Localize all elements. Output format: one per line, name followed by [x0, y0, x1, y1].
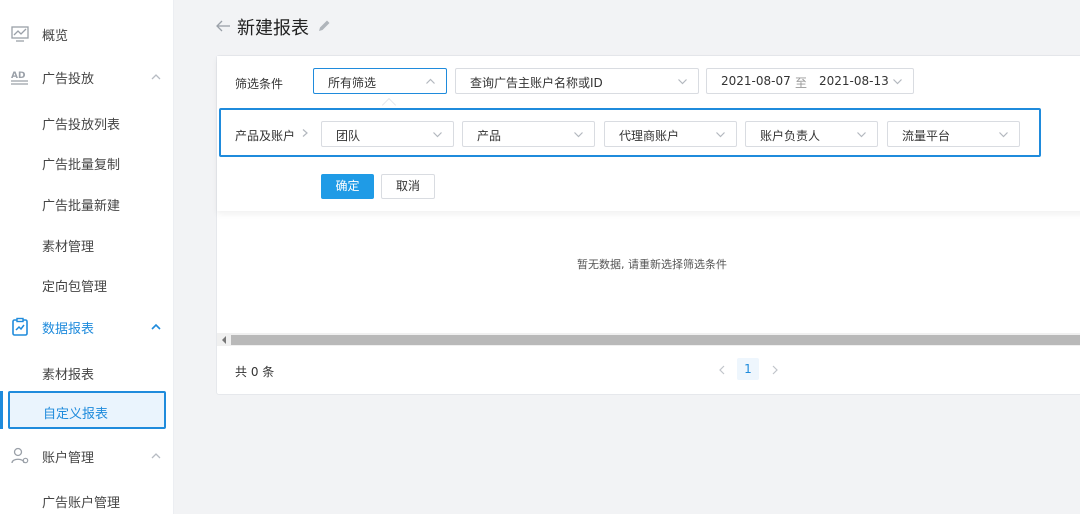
sidebar-group-data-reports-label: 数据报表: [42, 321, 95, 337]
chevron-right-icon[interactable]: [770, 364, 780, 376]
confirm-button[interactable]: 确定: [321, 174, 374, 199]
chevron-left-icon[interactable]: [717, 364, 727, 376]
date-start: 2021-08-07: [721, 74, 791, 88]
date-separator: 至: [795, 76, 808, 90]
sidebar-item-overview[interactable]: 概览: [0, 16, 174, 52]
product-select[interactable]: 产品: [462, 121, 595, 147]
chevron-down-icon: [574, 132, 583, 138]
sidebar-active-indicator: [0, 391, 3, 429]
sidebar-group-data-reports[interactable]: 数据报表: [0, 309, 174, 345]
sidebar-item-overview-label: 概览: [42, 28, 69, 44]
team-select-value: 团队: [336, 129, 361, 143]
total-count: 共 0 条: [235, 365, 275, 379]
sidebar-group-ad-delivery-label: 广告投放: [42, 71, 95, 87]
sidebar-item-material-report[interactable]: 素材报表: [42, 364, 94, 383]
sidebar-item-custom-report[interactable]: 自定义报表: [8, 391, 166, 429]
svg-text:AD: AD: [11, 71, 25, 81]
arrow-left-icon[interactable]: [214, 17, 232, 35]
account-search-select[interactable]: 查询广告主账户名称或ID: [455, 68, 699, 94]
chevron-down-icon: [857, 132, 866, 138]
filter-label: 筛选条件: [235, 77, 284, 91]
sidebar-item-ad-batch-copy[interactable]: 广告批量复制: [42, 154, 120, 173]
date-end: 2021-08-13: [819, 74, 889, 88]
agency-account-select[interactable]: 代理商账户: [604, 121, 737, 147]
filter-scope-value: 所有筛选: [328, 76, 377, 90]
chevron-up-icon: [151, 323, 161, 330]
sidebar: 概览 AD 广告投放 广告投放列表 广告批量复制 广告批量新建 素材管理 定向包…: [0, 0, 174, 514]
traffic-platform-select-value: 流量平台: [902, 129, 951, 143]
sidebar-item-targeting-pkg[interactable]: 定向包管理: [42, 276, 107, 295]
date-range-picker[interactable]: 2021-08-07 至 2021-08-13: [706, 68, 914, 94]
sidebar-item-ad-batch-create[interactable]: 广告批量新建: [42, 195, 120, 214]
chevron-down-icon: [999, 132, 1008, 138]
pagination-page-1[interactable]: 1: [737, 358, 759, 380]
chevron-up-icon: [426, 78, 435, 84]
sidebar-item-custom-report-label: 自定义报表: [43, 407, 109, 422]
report-card: 筛选条件 所有筛选 查询广告主账户名称或ID 2021-08-07 至 2021…: [216, 55, 1080, 395]
chevron-up-icon: [151, 74, 161, 80]
user-settings-icon: [11, 447, 29, 464]
team-select[interactable]: 团队: [321, 121, 454, 147]
filter-panel: 筛选条件 所有筛选 查询广告主账户名称或ID 2021-08-07 至 2021…: [217, 56, 1080, 211]
pencil-icon[interactable]: [316, 18, 332, 34]
sidebar-item-ad-list[interactable]: 广告投放列表: [42, 114, 120, 133]
chevron-down-icon: [678, 79, 687, 85]
chevron-down-icon: [893, 79, 902, 85]
product-select-value: 产品: [477, 129, 502, 143]
chevron-up-icon: [151, 453, 161, 459]
account-owner-select[interactable]: 账户负责人: [745, 121, 878, 147]
product-account-label: 产品及账户: [235, 129, 296, 143]
chevron-down-icon: [433, 132, 442, 138]
sidebar-group-account-mgmt[interactable]: 账户管理: [0, 438, 174, 474]
scroll-left-arrow-icon[interactable]: [220, 335, 228, 345]
account-search-placeholder: 查询广告主账户名称或ID: [470, 76, 603, 90]
sidebar-item-material-mgmt[interactable]: 素材管理: [42, 236, 94, 255]
scrollbar-thumb[interactable]: [231, 335, 1080, 345]
sidebar-group-account-mgmt-label: 账户管理: [42, 450, 95, 466]
ad-icon: AD: [11, 71, 28, 85]
empty-state-text: 暂无数据, 请重新选择筛选条件: [577, 258, 727, 271]
traffic-platform-select[interactable]: 流量平台: [887, 121, 1020, 147]
monitor-chart-icon: [11, 26, 29, 42]
chevron-right-icon: [302, 129, 308, 137]
agency-account-select-value: 代理商账户: [619, 129, 680, 143]
clipboard-chart-icon: [12, 317, 28, 336]
filter-scope-select[interactable]: 所有筛选: [313, 68, 447, 94]
chevron-down-icon: [716, 132, 725, 138]
sidebar-item-ad-account-mgmt[interactable]: 广告账户管理: [42, 492, 120, 511]
cancel-button[interactable]: 取消: [381, 174, 435, 199]
sidebar-group-ad-delivery[interactable]: AD 广告投放: [0, 59, 174, 95]
page-title: 新建报表: [237, 18, 309, 39]
account-owner-select-value: 账户负责人: [760, 129, 821, 143]
